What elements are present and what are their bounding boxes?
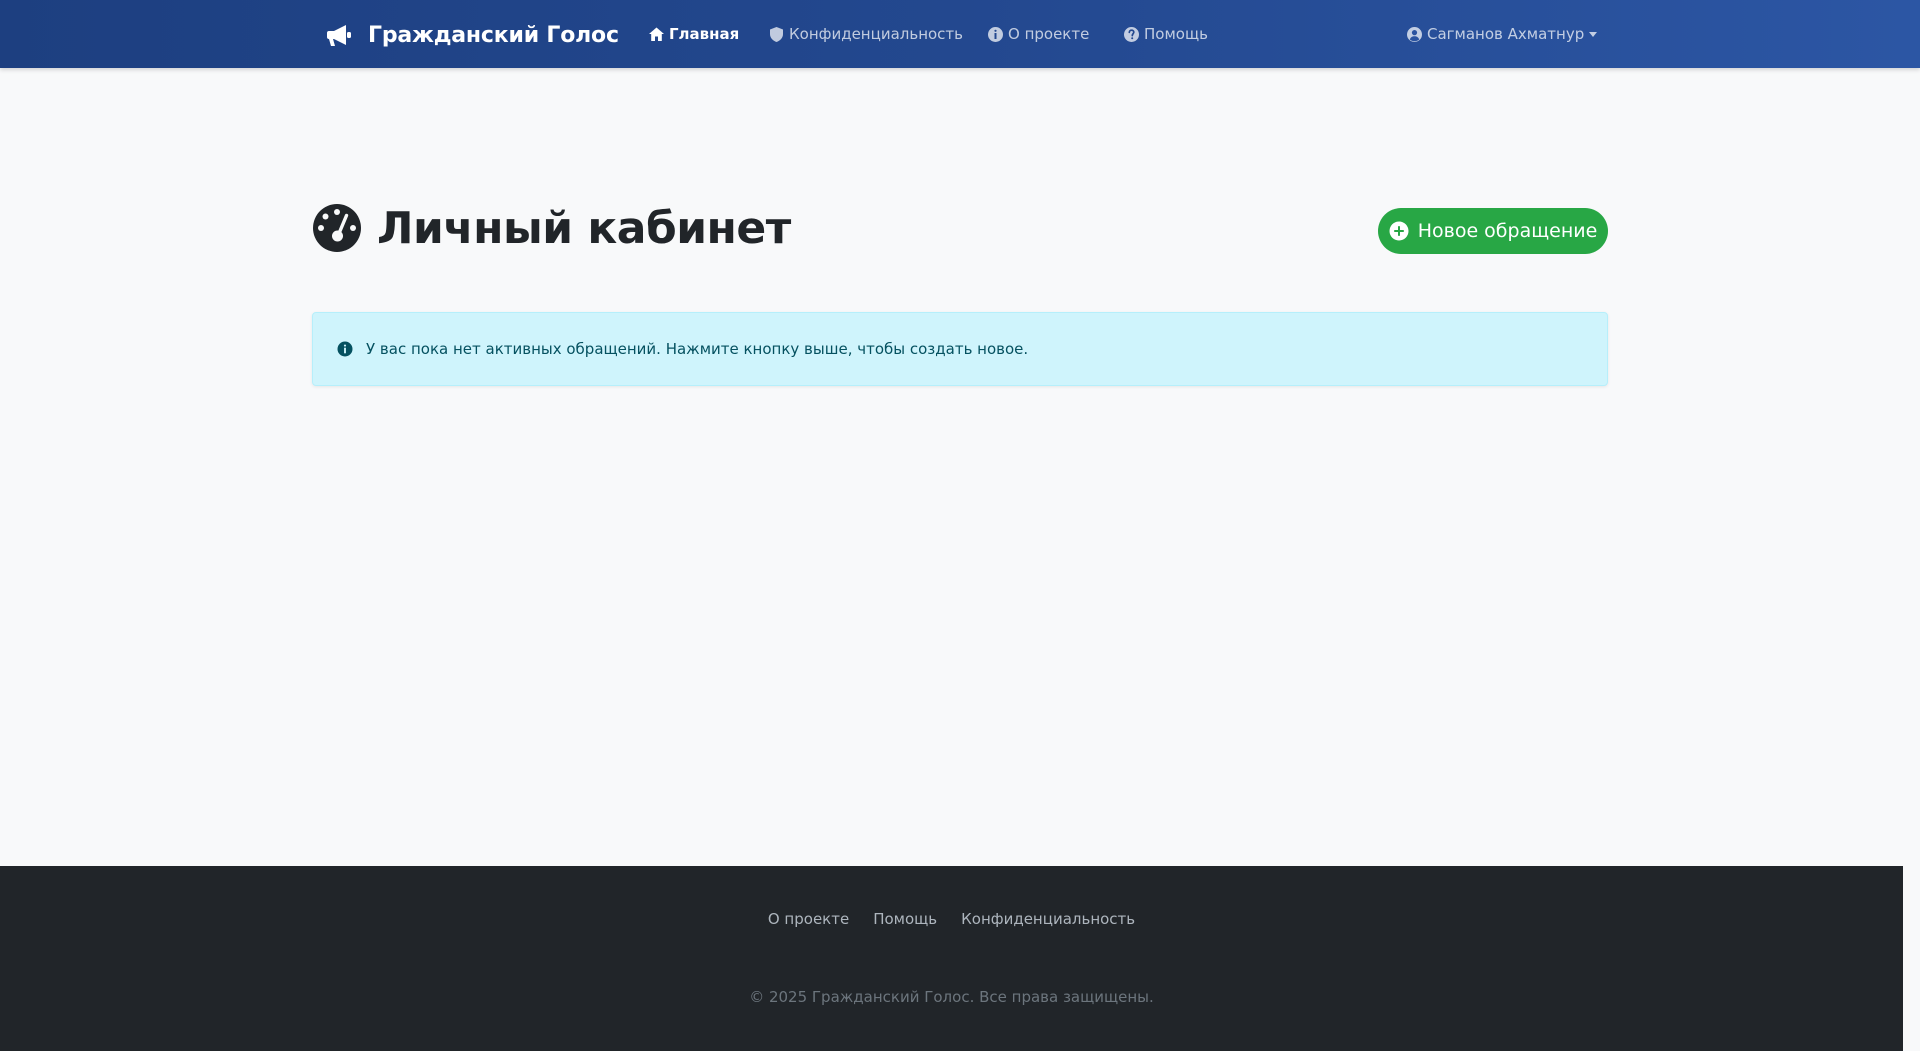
footer: О проекте Помощь Конфиденциальность © 20… (0, 866, 1903, 1051)
footer-links: О проекте Помощь Конфиденциальность (0, 910, 1903, 928)
page-header: Личный кабинет (312, 200, 791, 256)
plus-circle-icon (1389, 221, 1409, 241)
nav-item-privacy[interactable]: Конфиденциальность (768, 22, 963, 46)
nav-item-about[interactable]: О проекте (987, 22, 1089, 46)
shield-icon (768, 26, 785, 43)
nav-item-label: Помощь (1144, 25, 1208, 43)
brand-name: Гражданский Голос (368, 22, 619, 48)
footer-link-privacy[interactable]: Конфиденциальность (961, 910, 1135, 928)
nav-item-home[interactable]: Главная (648, 22, 739, 46)
info-circle-icon (987, 26, 1004, 43)
chevron-down-icon (1589, 31, 1598, 37)
user-menu-dropdown[interactable]: Сагманов Ахматнур (1406, 22, 1598, 46)
nav-item-label: О проекте (1008, 25, 1090, 43)
top-navbar: Гражданский Голос Главная Конфиденциальн… (0, 0, 1920, 68)
dashboard-gauge-icon (312, 203, 362, 253)
home-icon (648, 26, 665, 43)
alert-message: У вас пока нет активных обращений. Нажми… (366, 340, 1029, 358)
nav-item-label: Главная (669, 25, 740, 43)
user-name: Сагманов Ахматнур (1427, 25, 1585, 43)
footer-link-about[interactable]: О проекте (768, 910, 849, 928)
new-request-label: Новое обращение (1417, 220, 1598, 242)
brand-link[interactable]: Гражданский Голос (326, 18, 619, 52)
copyright-text: © 2025 Гражданский Голос. Все права защи… (749, 988, 1154, 1006)
footer-link-help[interactable]: Помощь (873, 910, 937, 928)
nav-item-help[interactable]: Помощь (1123, 22, 1208, 46)
info-alert: У вас пока нет активных обращений. Нажми… (312, 312, 1608, 386)
nav-item-label: Конфиденциальность (789, 25, 964, 43)
question-circle-icon (1123, 26, 1140, 43)
new-request-button[interactable]: Новое обращение (1378, 208, 1608, 254)
page-title: Личный кабинет (377, 202, 791, 254)
user-circle-icon (1406, 26, 1423, 43)
megaphone-icon (326, 21, 354, 49)
info-circle-icon (337, 341, 353, 357)
page-scrollbar-track (1903, 866, 1920, 1051)
